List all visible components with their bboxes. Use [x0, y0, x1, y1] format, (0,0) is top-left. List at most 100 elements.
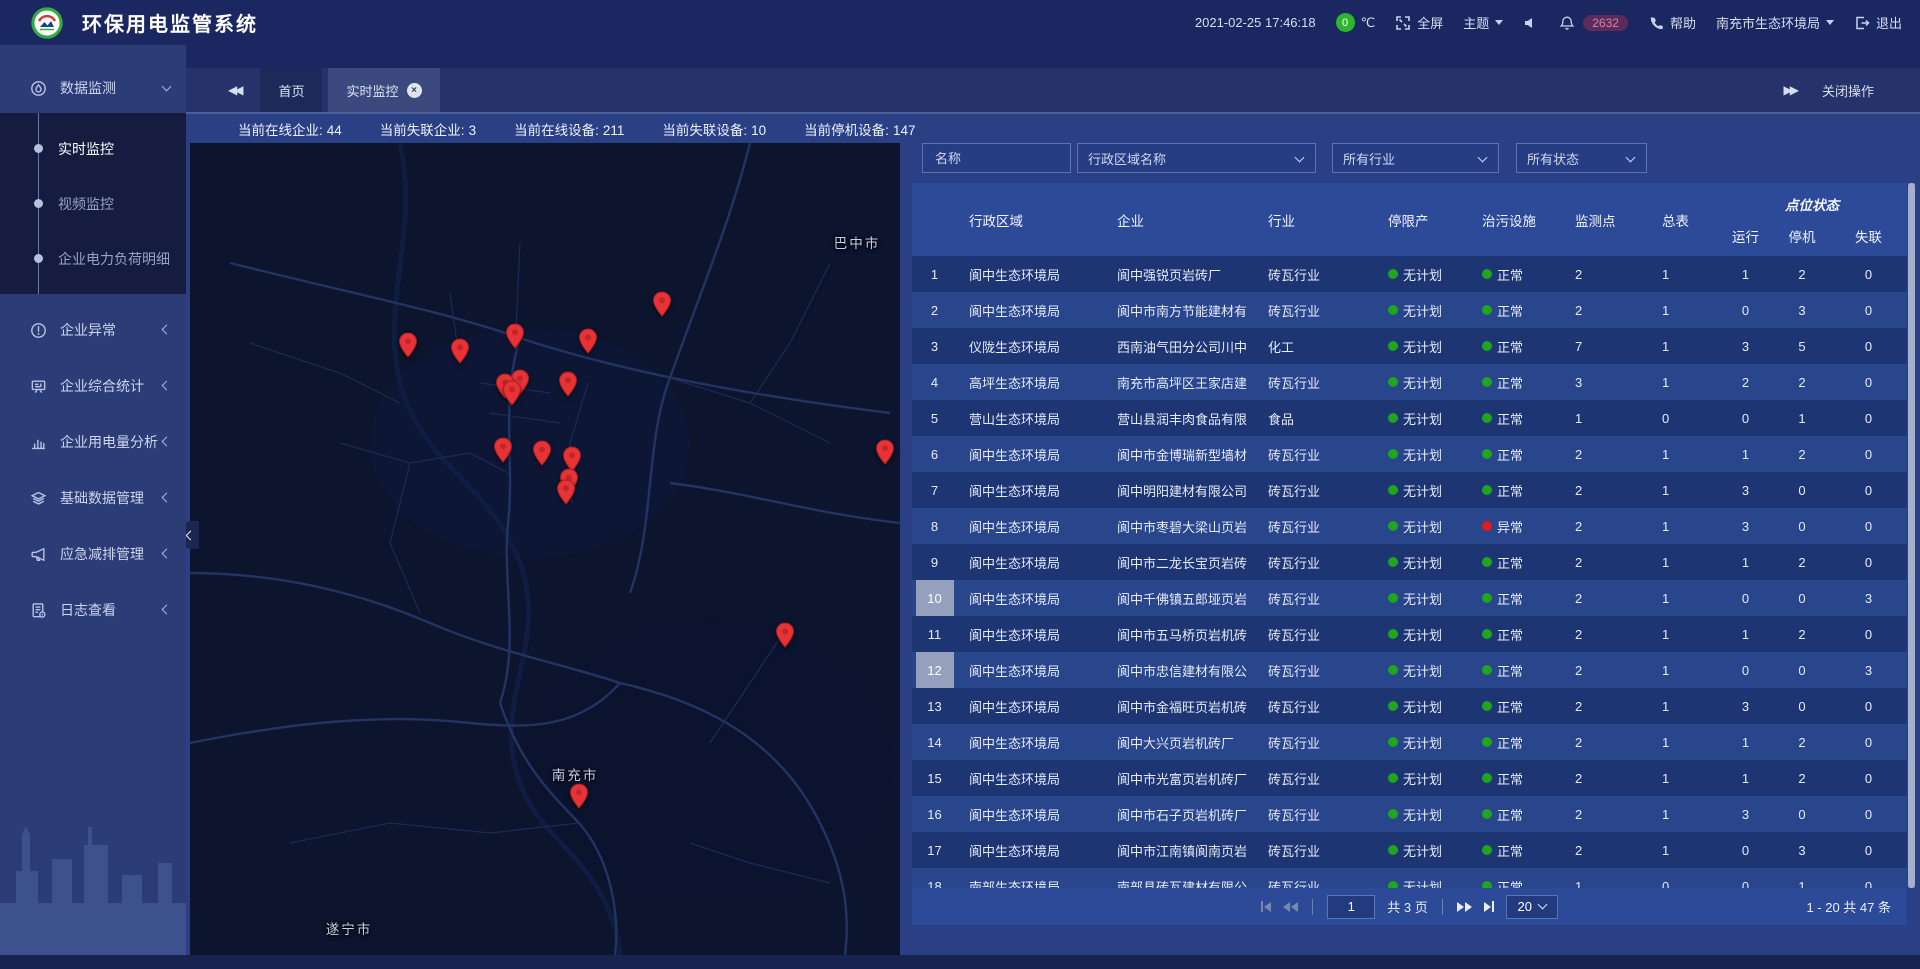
- page-size-select[interactable]: 20: [1506, 895, 1558, 919]
- pager-divider: [1312, 899, 1313, 915]
- col-header-points: 监测点: [1567, 183, 1642, 256]
- tab-实时监控[interactable]: 实时监控×: [328, 68, 439, 112]
- tabs-scroll-right-button[interactable]: ▶▶: [1784, 83, 1796, 97]
- name-filter-field[interactable]: [922, 143, 1071, 173]
- row-index: 2: [912, 292, 957, 328]
- tab-首页[interactable]: 首页: [260, 68, 322, 112]
- map-pin-icon[interactable]: [532, 440, 552, 466]
- cell-stopped: 2: [1774, 436, 1830, 472]
- cell-monitor-points: 3: [1567, 364, 1642, 400]
- cell-total-meters: 1: [1642, 652, 1717, 688]
- cell-lost: 0: [1830, 796, 1907, 832]
- sidebar-subitem-企业电力负荷明细[interactable]: 企业电力负荷明细: [0, 231, 186, 286]
- close-operations-button[interactable]: 关闭操作: [1822, 81, 1874, 100]
- sidebar-item-企业异常[interactable]: 企业异常: [0, 302, 186, 358]
- logout-button[interactable]: 退出: [1854, 13, 1902, 32]
- cell-running: 1: [1717, 436, 1774, 472]
- chevron-down-icon: [1626, 153, 1636, 163]
- notifications-button[interactable]: 2632: [1559, 15, 1628, 31]
- table-row[interactable]: 5营山生态环境局营山县润丰肉食品有限食品无计划正常10010: [912, 400, 1907, 436]
- status-dot-icon: [1388, 665, 1398, 675]
- sidebar-item-label: 企业用电量分析: [60, 432, 158, 452]
- cell-stopped: 5: [1774, 328, 1830, 364]
- chevron-down-icon: [1826, 20, 1834, 25]
- table-row[interactable]: 15阆中生态环境局阆中市光富页岩机砖厂砖瓦行业无计划正常21120: [912, 760, 1907, 796]
- map-pin-icon[interactable]: [875, 439, 895, 465]
- tabs-scroll-left-button[interactable]: ◀◀: [186, 68, 260, 112]
- cell-region: 阆中生态环境局: [957, 724, 1102, 760]
- table-row[interactable]: 10阆中生态环境局阆中千佛镇五郎垭页岩砖瓦行业无计划正常21003: [912, 580, 1907, 616]
- table-row[interactable]: 3仪陇生态环境局西南油气田分公司川中化工无计划正常71350: [912, 328, 1907, 364]
- org-dropdown[interactable]: 南充市生态环境局: [1716, 13, 1834, 32]
- table-row[interactable]: 12阆中生态环境局阆中市忠信建材有限公砖瓦行业无计划正常21003: [912, 652, 1907, 688]
- map-pin-icon[interactable]: [505, 323, 525, 349]
- help-button[interactable]: 帮助: [1648, 13, 1696, 32]
- phone-icon: [1648, 15, 1664, 31]
- region-filter-select[interactable]: 行政区域名称: [1077, 143, 1316, 173]
- table-scrollbar-thumb[interactable]: [1908, 183, 1915, 888]
- sidebar-item-日志查看[interactable]: 日志查看: [0, 582, 186, 638]
- table-row[interactable]: 6阆中生态环境局阆中市金博瑞新型墙材砖瓦行业无计划正常21120: [912, 436, 1907, 472]
- fullscreen-button[interactable]: 全屏: [1395, 13, 1443, 32]
- help-label: 帮助: [1670, 13, 1696, 32]
- map-pin-icon[interactable]: [652, 291, 672, 317]
- status-dot-icon: [1388, 269, 1398, 279]
- cell-limit-status: 无计划: [1372, 328, 1477, 364]
- cell-region: 阆中生态环境局: [957, 796, 1102, 832]
- tab-close-icon[interactable]: ×: [407, 83, 422, 98]
- map-pin-icon[interactable]: [493, 437, 513, 463]
- sidebar-item-企业综合统计[interactable]: 企业综合统计: [0, 358, 186, 414]
- row-index: 5: [912, 400, 957, 436]
- table-row[interactable]: 9阆中生态环境局阆中市二龙长宝页岩砖砖瓦行业无计划正常21120: [912, 544, 1907, 580]
- last-page-button[interactable]: [1484, 901, 1494, 912]
- cell-facility-status: 正常: [1477, 472, 1567, 508]
- table-row[interactable]: 13阆中生态环境局阆中市金福旺页岩机砖砖瓦行业无计划正常21300: [912, 688, 1907, 724]
- sidebar-item-数据监测[interactable]: 数据监测: [0, 63, 186, 113]
- map-panel[interactable]: 巴中市南充市遂宁市: [190, 143, 900, 955]
- sidebar-item-应急减排管理[interactable]: 应急减排管理: [0, 526, 186, 582]
- status-filter-select[interactable]: 所有状态: [1516, 143, 1647, 173]
- sidebar-subitem-视频监控[interactable]: 视频监控: [0, 176, 186, 231]
- table-row[interactable]: 18南部生态环境局南部县砖瓦建材有限公砖瓦行业无计划正常10010: [912, 868, 1907, 888]
- theme-dropdown[interactable]: 主题: [1463, 13, 1503, 32]
- table-row[interactable]: 1阆中生态环境局阆中强锐页岩砖厂砖瓦行业无计划正常21120: [912, 256, 1907, 292]
- sidebar-subitem-实时监控[interactable]: 实时监控: [0, 121, 186, 176]
- cell-limit-status: 无计划: [1372, 436, 1477, 472]
- page-number-input[interactable]: [1327, 895, 1375, 919]
- industry-filter-select[interactable]: 所有行业: [1332, 143, 1499, 173]
- table-row[interactable]: 2阆中生态环境局阆中市南方节能建材有砖瓦行业无计划正常21030: [912, 292, 1907, 328]
- cell-company: 阆中市忠信建材有限公: [1102, 652, 1260, 688]
- table-header: 行政区域 企业 行业 停限产 治污设施 监测点 总表 运行 停机 失联 点位状态: [912, 183, 1907, 256]
- table-row[interactable]: 14阆中生态环境局阆中大兴页岩机砖厂砖瓦行业无计划正常21120: [912, 724, 1907, 760]
- sidebar-item-企业用电量分析[interactable]: 企业用电量分析: [0, 414, 186, 470]
- table-row[interactable]: 7阆中生态环境局阆中明阳建材有限公司砖瓦行业无计划正常21300: [912, 472, 1907, 508]
- map-pin-icon[interactable]: [556, 479, 576, 505]
- cell-region: 阆中生态环境局: [957, 472, 1102, 508]
- map-pin-icon[interactable]: [578, 328, 598, 354]
- map-pin-icon[interactable]: [398, 332, 418, 358]
- cell-facility-status: 正常: [1477, 400, 1567, 436]
- cell-company: 阆中强锐页岩砖厂: [1102, 256, 1260, 292]
- map-pin-icon[interactable]: [502, 380, 522, 406]
- name-filter-input[interactable]: [933, 150, 1060, 167]
- table-row[interactable]: 4高坪生态环境局南充市高坪区王家店建砖瓦行业无计划正常31220: [912, 364, 1907, 400]
- speaker-icon: [1523, 15, 1539, 31]
- status-dot-icon: [1388, 593, 1398, 603]
- map-pin-icon[interactable]: [558, 371, 578, 397]
- next-page-button[interactable]: [1457, 902, 1472, 912]
- cell-limit-status: 无计划: [1372, 724, 1477, 760]
- map-pin-icon[interactable]: [775, 622, 795, 648]
- mute-button[interactable]: [1523, 15, 1539, 31]
- table-row[interactable]: 8阆中生态环境局阆中市枣碧大梁山页岩砖瓦行业无计划异常21300: [912, 508, 1907, 544]
- map-pin-icon[interactable]: [569, 783, 589, 809]
- first-page-button[interactable]: [1261, 901, 1271, 912]
- cell-running: 0: [1717, 400, 1774, 436]
- table-row[interactable]: 16阆中生态环境局阆中市石子页岩机砖厂砖瓦行业无计划正常21300: [912, 796, 1907, 832]
- table-row[interactable]: 17阆中生态环境局阆中市江南镇阆南页岩砖瓦行业无计划正常21030: [912, 832, 1907, 868]
- cell-monitor-points: 2: [1567, 436, 1642, 472]
- sidebar-item-基础数据管理[interactable]: 基础数据管理: [0, 470, 186, 526]
- prev-page-button[interactable]: [1283, 902, 1298, 912]
- table-row[interactable]: 11阆中生态环境局阆中市五马桥页岩机砖砖瓦行业无计划正常21120: [912, 616, 1907, 652]
- map-pin-icon[interactable]: [450, 338, 470, 364]
- cell-stopped: 2: [1774, 616, 1830, 652]
